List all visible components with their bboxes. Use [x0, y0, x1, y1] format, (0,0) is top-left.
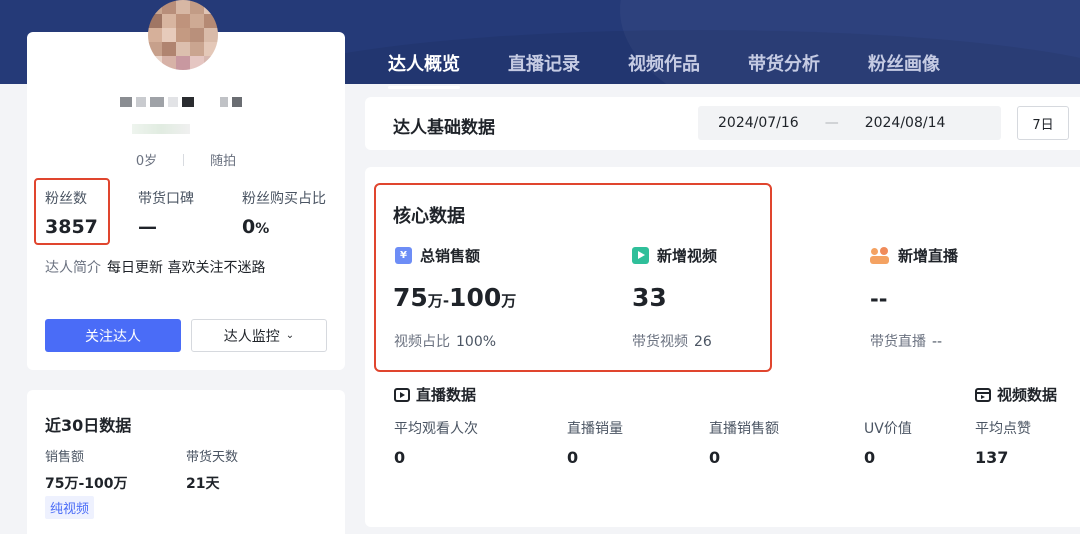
live-sales-count-stat: 直播销量 0 [567, 418, 623, 467]
new-videos-value: 33 [632, 283, 667, 312]
avg-viewers-label: 平均观看人次 [394, 421, 478, 437]
video-share: 视频占比 100% [394, 331, 496, 351]
reputation-label: 带货口碑 [138, 191, 194, 207]
nav-tabs: 达人概览 直播记录 视频作品 带货分析 粉丝画像 [388, 50, 940, 89]
profile-intro: 达人简介 每日更新 喜欢关注不迷路 [45, 257, 265, 277]
intro-label: 达人简介 [45, 260, 101, 276]
selling-live: 带货直播 -- [870, 331, 942, 351]
chevron-down-icon: ⌄ [285, 330, 295, 341]
video-data-title: 视频数据 [997, 386, 1058, 404]
monitor-button[interactable]: 达人监控 ⌄ [191, 319, 327, 352]
new-live-value: -- [870, 287, 888, 311]
video-share-value: 100% [456, 334, 497, 350]
fan-purchase-value: 0% [242, 216, 270, 238]
live-sales-count-label: 直播销量 [567, 421, 623, 437]
masked-name [120, 96, 252, 108]
selling-videos: 带货视频 26 [632, 331, 712, 351]
avg-likes-label: 平均点赞 [975, 421, 1031, 437]
yen-icon: ¥ [395, 247, 412, 264]
avatar[interactable] [148, 0, 218, 70]
video-share-label: 视频占比 [394, 334, 450, 350]
last30-card: 近30日数据 销售额 75万-100万 带货天数 21天 纯视频 [27, 390, 345, 534]
live-sales-amount-stat: 直播销售额 0 [709, 418, 779, 467]
last30-title: 近30日数据 [45, 416, 132, 435]
fan-purchase-label: 粉丝购买占比 [242, 191, 326, 207]
core-title: 核心数据 [393, 206, 465, 227]
date-start: 2024/07/16 [718, 115, 799, 131]
tab-sales-analysis[interactable]: 带货分析 [748, 50, 820, 80]
selling-videos-label: 带货视频 [632, 334, 688, 350]
date-range-picker[interactable]: 2024/07/16 — 2024/08/14 [698, 106, 1001, 140]
new-videos-label: 新增视频 [657, 247, 718, 265]
last30-days: 带货天数 21天 [186, 446, 238, 493]
last30-days-label: 带货天数 [186, 450, 239, 465]
tab-fan-profile[interactable]: 粉丝画像 [868, 50, 940, 80]
monitor-label: 达人监控 [223, 328, 280, 345]
total-sales-label: 总销售额 [420, 247, 481, 265]
basic-data-bar: 达人基础数据 2024/07/16 — 2024/08/14 7日 [365, 97, 1080, 150]
category-text: 随拍 [210, 154, 237, 169]
tab-live-records[interactable]: 直播记录 [508, 50, 580, 80]
range-7d-button[interactable]: 7日 [1017, 106, 1069, 140]
highlight-box-fans [34, 178, 110, 245]
follow-button[interactable]: 关注达人 [45, 319, 181, 352]
age-text: 0岁 [135, 154, 158, 169]
total-sales-value: 75万-100万 [393, 283, 517, 312]
basic-title: 达人基础数据 [393, 118, 495, 138]
date-separator: — [824, 115, 839, 131]
selling-live-label: 带货直播 [870, 334, 926, 350]
new-live-label: 新增直播 [898, 247, 959, 265]
video-only-tag: 纯视频 [45, 496, 95, 519]
live-sales-count-value: 0 [567, 448, 579, 467]
total-sales-header: ¥ 总销售额 [395, 245, 480, 266]
selling-live-value: -- [932, 334, 943, 350]
last30-sales-value: 75万-100万 [45, 476, 128, 492]
avg-likes-stat: 平均点赞 137 [975, 418, 1031, 467]
reputation-stat: 带货口碑 — [138, 188, 194, 238]
avg-viewers-value: 0 [394, 448, 406, 467]
tab-video-works[interactable]: 视频作品 [628, 50, 700, 80]
uv-value-value: 0 [864, 448, 876, 467]
fan-purchase-stat: 粉丝购买占比 0% [242, 188, 326, 238]
reputation-value: — [138, 216, 157, 238]
last30-days-value: 21天 [186, 476, 220, 492]
live-icon [870, 247, 890, 264]
date-end: 2024/08/14 [864, 115, 946, 131]
divider [183, 154, 185, 166]
live-sales-amount-value: 0 [709, 448, 721, 467]
live-data-title: 直播数据 [416, 386, 477, 404]
intro-text: 每日更新 喜欢关注不迷路 [107, 260, 266, 276]
video-data-header: 视频数据 [975, 384, 1057, 405]
uv-value-label: UV价值 [864, 421, 912, 437]
last30-sales-label: 销售额 [45, 450, 85, 465]
live-data-header: 直播数据 [394, 384, 476, 405]
film-icon [975, 387, 991, 402]
tab-overview[interactable]: 达人概览 [388, 50, 460, 89]
profile-meta: 0岁 随拍 [27, 150, 345, 169]
avg-viewers-stat: 平均观看人次 0 [394, 418, 478, 467]
live-play-icon [394, 387, 410, 402]
last30-sales: 销售额 75万-100万 [45, 446, 128, 493]
video-icon [632, 247, 649, 264]
live-sales-amount-label: 直播销售额 [709, 421, 779, 437]
selling-videos-value: 26 [694, 334, 712, 350]
new-live-header: 新增直播 [870, 245, 958, 266]
uv-value-stat: UV价值 0 [864, 418, 912, 467]
masked-subtitle [132, 124, 190, 134]
new-videos-header: 新增视频 [632, 245, 717, 266]
avg-likes-value: 137 [975, 448, 1009, 467]
